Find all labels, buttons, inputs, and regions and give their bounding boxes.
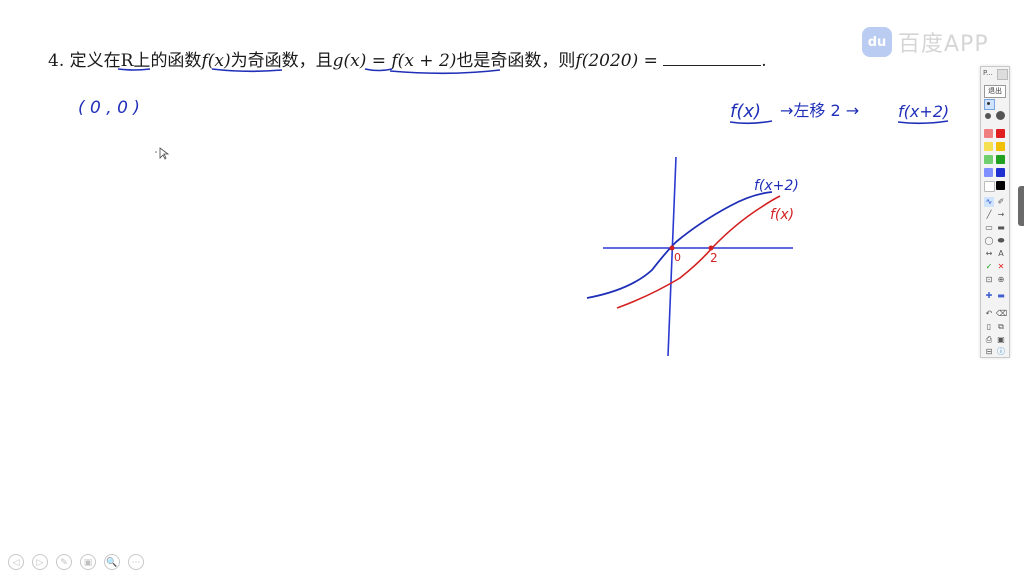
baidu-paw-icon: du xyxy=(862,27,892,57)
underline-f-x2 xyxy=(389,69,501,75)
undo-icon[interactable]: ↶ xyxy=(984,309,994,319)
shift-note-result: f(x+2) xyxy=(898,102,949,121)
filled-ellipse-tool-icon[interactable]: ⬬ xyxy=(996,236,1006,246)
brush-size-large[interactable] xyxy=(996,111,1005,120)
zoom-button[interactable]: 🔍 xyxy=(104,554,120,570)
new-page-icon[interactable]: ▯ xyxy=(984,322,994,332)
shift-note-fx: f(x) xyxy=(730,101,761,122)
next-slide-button[interactable]: ▷ xyxy=(32,554,48,570)
filled-rectangle-tool-icon[interactable]: ▬ xyxy=(996,223,1006,233)
crop-tool-icon[interactable]: ⊡ xyxy=(984,275,994,285)
zoom-tool-icon[interactable]: ⊕ xyxy=(996,275,1006,285)
delete-icon[interactable]: ⌫ xyxy=(996,309,1007,319)
origin-label: 0 xyxy=(674,251,681,264)
previous-slide-button[interactable]: ◁ xyxy=(8,554,24,570)
cross-mark-icon[interactable]: ✕ xyxy=(996,262,1006,272)
zoom-out-icon[interactable]: ▬ xyxy=(996,291,1006,301)
curve-f-x-plus-2 xyxy=(586,191,773,299)
color-light-red[interactable] xyxy=(984,129,993,138)
baidu-watermark-text: 百度APP xyxy=(898,32,989,57)
brush-size-medium[interactable] xyxy=(985,113,991,119)
exit-button[interactable]: 退出 xyxy=(984,85,1006,98)
point-two xyxy=(708,245,714,251)
underline-R xyxy=(117,68,151,71)
color-white[interactable] xyxy=(984,181,995,192)
point-two-label: 2 xyxy=(710,251,718,265)
text-tool-icon[interactable]: A xyxy=(996,249,1006,259)
side-panel-handle[interactable] xyxy=(1018,186,1024,226)
more-options-button[interactable]: ⋯ xyxy=(128,554,144,570)
double-arrow-tool-icon[interactable]: ↔ xyxy=(984,249,994,259)
shift-note-arrow: →左移 2 → xyxy=(780,101,859,120)
screenshot-icon[interactable]: ⊟ xyxy=(984,347,994,357)
drawing-toolbar: P... 退出 ∿ ✐ ╱ → ▭ ▬ ◯ ⬬ ↔ A ✓ ✕ ⊡ ⊕ ✚ ▬ … xyxy=(980,66,1010,358)
color-blue[interactable] xyxy=(996,168,1005,177)
ellipse-tool-icon[interactable]: ◯ xyxy=(984,236,994,246)
curve-f-x xyxy=(616,195,781,309)
print-icon[interactable]: ⎙ xyxy=(984,335,994,345)
save-icon[interactable]: ▣ xyxy=(996,335,1006,345)
annotation-layer: ( 0 , 0 ) f(x) →左移 2 → f(x+2) 0 2 f(x+2)… xyxy=(78,68,949,357)
color-light-yellow[interactable] xyxy=(984,142,993,151)
check-mark-icon[interactable]: ✓ xyxy=(984,262,994,272)
pen-button[interactable]: ✎ xyxy=(56,554,72,570)
baidu-watermark: du 百度APP xyxy=(862,26,989,58)
label-f-x: f(x) xyxy=(770,207,794,223)
underline-f-x xyxy=(211,68,283,73)
line-tool-icon[interactable]: ╱ xyxy=(984,210,994,220)
underline-g-x xyxy=(364,68,393,72)
slides-grid-button[interactable]: ▣ xyxy=(80,554,96,570)
origin-point xyxy=(669,245,675,251)
label-f-x-plus-2: f(x+2) xyxy=(754,178,799,194)
mouse-cursor-icon xyxy=(159,147,170,160)
color-red[interactable] xyxy=(996,129,1005,138)
color-yellow[interactable] xyxy=(996,142,1005,151)
toolbar-menu-icon[interactable] xyxy=(997,69,1008,80)
zoom-in-icon[interactable]: ✚ xyxy=(984,291,994,301)
color-black[interactable] xyxy=(996,181,1005,190)
slide-controls: ◁ ▷ ✎ ▣ 🔍 ⋯ xyxy=(8,554,144,570)
eraser-icon[interactable]: ✐ xyxy=(996,197,1006,207)
copy-page-icon[interactable]: ⧉ xyxy=(996,322,1006,332)
color-light-green[interactable] xyxy=(984,155,993,164)
toolbar-title: P... xyxy=(983,69,993,77)
info-icon[interactable]: ⓘ xyxy=(996,347,1006,357)
freehand-pen-icon[interactable]: ∿ xyxy=(984,197,994,207)
handwritten-point: ( 0 , 0 ) xyxy=(78,98,140,118)
arrow-line-tool-icon[interactable]: → xyxy=(996,210,1006,220)
rectangle-tool-icon[interactable]: ▭ xyxy=(984,223,994,233)
color-light-blue[interactable] xyxy=(984,168,993,177)
color-green[interactable] xyxy=(996,155,1005,164)
